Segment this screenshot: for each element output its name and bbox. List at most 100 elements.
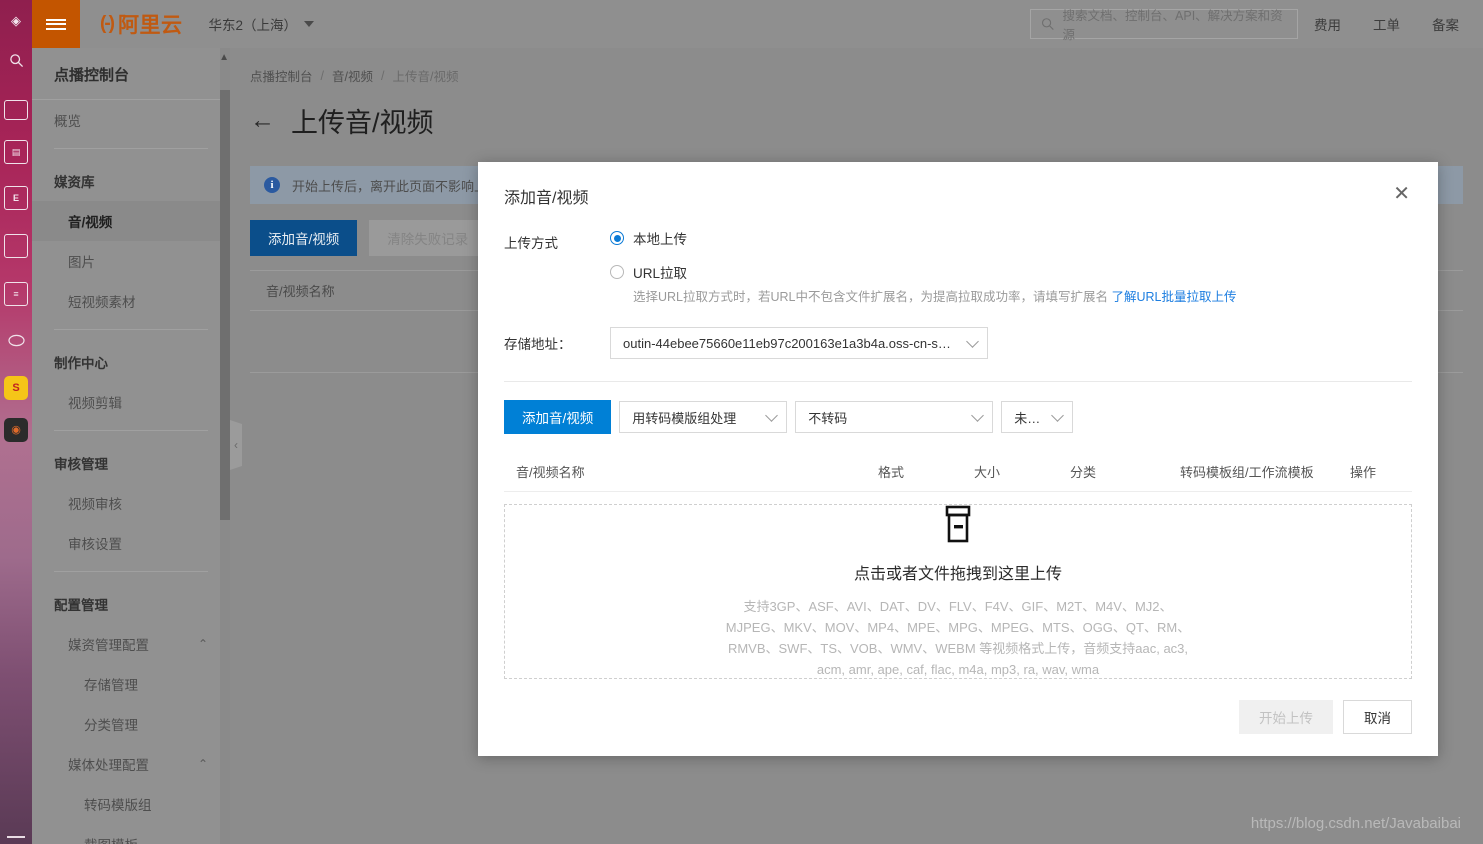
radio-label: 本地上传 <box>633 232 687 247</box>
header-right-group: 搜索文档、控制台、API、解决方案和资源 费用 工单 备案 <box>1030 9 1483 42</box>
dialog-header: 添加音/视频 ✕ <box>478 162 1438 208</box>
add-media-dialog-button[interactable]: 添加音/视频 <box>504 400 612 434</box>
text-editor-icon[interactable]: ≡ <box>4 282 28 306</box>
watermark-text: https://blog.csdn.net/Javabaibai <box>1250 815 1461 832</box>
sidebar-item-audio-video[interactable]: 音/视频 <box>32 201 230 241</box>
add-media-button[interactable]: 添加音/视频 <box>250 220 358 256</box>
file-dropzone[interactable]: 点击或者文件拖拽到这里上传 支持3GP、ASF、AVI、DAT、DV、FLV、F… <box>504 504 1412 679</box>
url-batch-pull-link[interactable]: 了解URL批量拉取上传 <box>1112 290 1237 304</box>
app-dark-icon[interactable]: ◉ <box>4 418 28 442</box>
logo-mark-icon: (-) <box>100 13 115 34</box>
breadcrumb-item-current: 上传音/视频 <box>392 70 459 84</box>
ubuntu-dash-icon[interactable]: ◈ <box>4 8 28 32</box>
column-header-operation: 操作 <box>1350 465 1377 480</box>
upload-method-control: 本地上传 URL拉取 选择URL拉取方式时，若URL中不包含文件扩展名，为提高拉… <box>610 228 1412 309</box>
sidebar-item-media-asset-config[interactable]: 媒资管理配置 ⌃ <box>32 624 230 664</box>
sidebar-group-media-library: 媒资库 <box>54 175 95 190</box>
radio-button-icon[interactable] <box>610 265 624 279</box>
dock-bottom-divider <box>7 836 25 838</box>
dropzone-main-text: 点击或者文件拖拽到这里上传 <box>853 566 1062 583</box>
dialog-body: 上传方式 本地上传 URL拉取 选择URL拉取方式时，若URL中不包含文件扩展名… <box>478 208 1438 700</box>
back-arrow-icon[interactable]: ← <box>250 108 275 133</box>
aliyun-logo[interactable]: (-) 阿里云 <box>100 9 182 39</box>
transcode-select[interactable]: 不转码 <box>795 401 994 433</box>
sidebar-item-review-settings[interactable]: 审核设置 <box>32 523 230 563</box>
dialog-footer: 开始上传 取消 <box>478 700 1438 756</box>
logo-text: 阿里云 <box>117 14 183 37</box>
cancel-button[interactable]: 取消 <box>1343 700 1412 734</box>
scroll-up-arrow-icon[interactable]: ▲ <box>219 52 229 63</box>
column-header-format: 格式 <box>878 465 905 480</box>
storage-address-label: 存储地址： <box>504 337 572 352</box>
breadcrumb-separator: / <box>380 68 385 83</box>
storage-address-select[interactable]: outin-44ebee75660e11eb97c200163e1a3b4a.o… <box>610 327 988 359</box>
browser-icon[interactable] <box>4 328 28 352</box>
sidebar-item-overview[interactable]: 概览 <box>32 100 230 140</box>
nav-item-icp[interactable]: 备案 <box>1416 14 1475 34</box>
nav-item-billing[interactable]: 费用 <box>1298 14 1357 34</box>
upload-box-icon <box>935 503 981 554</box>
sidebar-group-review-management: 审核管理 <box>54 457 108 472</box>
breadcrumb-item-console[interactable]: 点播控制台 <box>250 66 313 85</box>
start-upload-button: 开始上传 <box>1239 700 1333 734</box>
hint-text: 选择URL拉取方式时，若URL中不包含文件扩展名，为提高拉取成功率，请填写扩展名 <box>633 290 1112 304</box>
radio-local-upload[interactable]: 本地上传 <box>610 228 1412 248</box>
sidebar-item-video-review[interactable]: 视频审核 <box>32 483 230 523</box>
sidebar-item-category-management[interactable]: 分类管理 <box>32 704 230 744</box>
radio-url-pull[interactable]: URL拉取 <box>610 262 1412 282</box>
sidebar-scrollbar[interactable]: ▲ <box>219 48 230 844</box>
desktop-launcher-dock: ◈ ▤ E ≡ S ◉ <box>0 0 32 844</box>
files-icon[interactable] <box>4 100 28 120</box>
dropzone-supported-formats: 支持3GP、ASF、AVI、DAT、DV、FLV、F4V、GIF、M2T、M4V… <box>726 596 1190 680</box>
close-icon[interactable]: ✕ <box>1391 184 1412 204</box>
region-selector[interactable]: 华东2（上海） <box>208 14 314 34</box>
folder-icon[interactable]: ▤ <box>4 140 28 164</box>
add-media-dialog: 添加音/视频 ✕ 上传方式 本地上传 URL拉取 选择URL拉取方式时，若URL… <box>478 162 1438 756</box>
sidebar-title: 点播控制台 <box>32 48 230 100</box>
chevron-down-icon <box>966 334 979 348</box>
search-icon[interactable] <box>4 48 28 72</box>
format-line: MJPEG、MKV、MOV、MP4、MPE、MPG、MPEG、MTS、OGG、Q… <box>725 620 1191 635</box>
sidebar-item-short-video-assets[interactable]: 短视频素材 <box>32 281 230 321</box>
dialog-title: 添加音/视频 <box>504 190 589 207</box>
sidebar-item-transcode-template-group[interactable]: 转码模版组 <box>32 784 230 824</box>
format-line: RMVB、SWF、TS、VOB、WMV、WEBM 等视频格式上传，音频支持aac… <box>727 641 1189 656</box>
category-value: 未分类 <box>1014 410 1043 426</box>
email-icon[interactable]: E <box>4 186 28 210</box>
transcode-value: 不转码 <box>808 410 848 426</box>
template-group-select[interactable]: 用转码模版组处理 <box>619 401 788 433</box>
app-yellow-icon[interactable]: S <box>4 376 28 400</box>
sidebar-item-video-editing[interactable]: 视频剪辑 <box>32 382 230 422</box>
chevron-down-icon <box>1051 408 1065 422</box>
search-input[interactable]: 搜索文档、控制台、API、解决方案和资源 <box>1030 9 1298 42</box>
category-select[interactable]: 未分类 <box>1001 401 1074 433</box>
dialog-divider <box>504 381 1412 382</box>
radio-button-icon[interactable] <box>610 231 624 245</box>
page-title: 上传音/视频 <box>291 108 434 138</box>
monitor-icon[interactable] <box>4 234 28 258</box>
breadcrumb-item-audio-video[interactable]: 音/视频 <box>332 66 373 85</box>
page-title-bar: ← 上传音/视频 <box>230 85 1483 140</box>
upload-list-table-header: 音/视频名称 格式 大小 分类 转码模板组/工作流模板 操作 <box>504 452 1412 492</box>
sidebar-scroll-thumb[interactable] <box>220 90 230 520</box>
chevron-down-icon <box>304 21 314 27</box>
sidebar-item-images[interactable]: 图片 <box>32 241 230 281</box>
hamburger-menu-icon[interactable] <box>32 0 80 48</box>
column-header-size: 大小 <box>974 465 1001 480</box>
sidebar-item-storage-management[interactable]: 存储管理 <box>32 664 230 704</box>
nav-item-tickets[interactable]: 工单 <box>1357 14 1416 34</box>
storage-address-value: outin-44ebee75660e11eb97c200163e1a3b4a.o… <box>623 335 958 351</box>
region-label: 华东2（上海） <box>208 18 297 33</box>
sidebar-item-snapshot-template[interactable]: 截图模板 <box>32 824 230 844</box>
sidebar-collapse-handle[interactable]: ‹ <box>230 420 242 470</box>
top-header-bar: (-) 阿里云 华东2（上海） 搜索文档、控制台、API、解决方案和资源 费用 … <box>32 0 1483 48</box>
sidebar-divider <box>54 148 208 149</box>
sidebar-item-media-processing-config[interactable]: 媒体处理配置 ⌃ <box>32 744 230 784</box>
screen-root: ◈ ▤ E ≡ S ◉ (-) 阿里云 华东2（上海） 搜索文档、控制台、API… <box>0 0 1483 844</box>
breadcrumb-separator: / <box>320 68 324 83</box>
sidebar-divider <box>54 571 208 572</box>
column-header-category: 分类 <box>1070 465 1097 480</box>
column-header-template: 转码模板组/工作流模板 <box>1180 465 1314 480</box>
upload-method-label: 上传方式 <box>504 236 558 251</box>
chevron-down-icon <box>765 408 779 422</box>
